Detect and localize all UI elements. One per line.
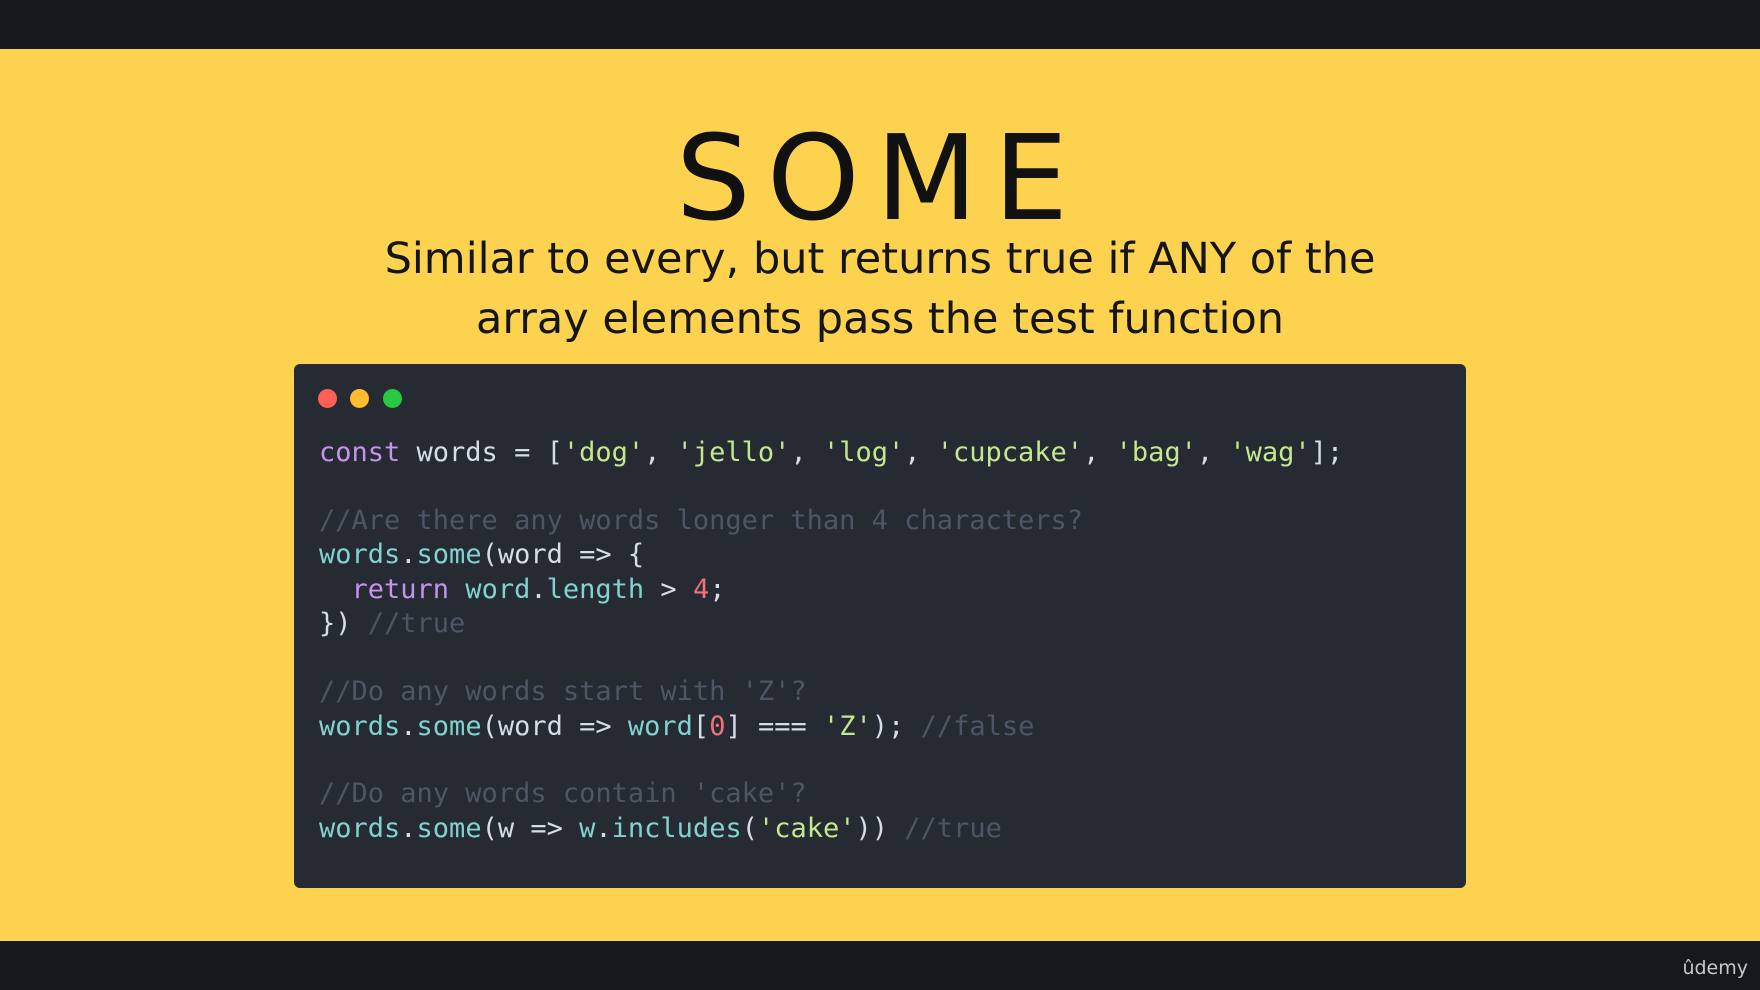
code-token: (w => bbox=[481, 812, 580, 844]
code-token: (word => bbox=[481, 710, 628, 742]
top-letterbox-bar bbox=[0, 0, 1760, 49]
subtitle-line-1: Similar to every, but returns true if AN… bbox=[384, 234, 1376, 284]
bottom-letterbox-bar bbox=[0, 941, 1760, 990]
code-token: some bbox=[416, 539, 482, 571]
code-token: words bbox=[319, 710, 401, 742]
subtitle-line-2: array elements pass the test function bbox=[475, 294, 1285, 344]
code-line: //Are there any words longer than 4 char… bbox=[319, 504, 1343, 539]
code-token: , bbox=[904, 437, 937, 468]
code-token: 'dog' bbox=[562, 437, 645, 468]
code-token: //true bbox=[367, 608, 466, 640]
code-token: some bbox=[416, 710, 482, 742]
code-token: . bbox=[400, 812, 417, 844]
code-token: //true bbox=[904, 812, 1002, 844]
close-dot-icon bbox=[318, 389, 337, 408]
code-line: //Do any words contain 'cake'? bbox=[319, 777, 1343, 812]
code-token: ); bbox=[871, 710, 921, 742]
code-token: [ bbox=[692, 710, 710, 742]
code-token: words bbox=[319, 539, 401, 571]
maximize-dot-icon bbox=[383, 389, 402, 408]
code-token: words bbox=[319, 812, 401, 844]
code-token: 'bag' bbox=[1115, 437, 1197, 468]
code-token: , bbox=[1196, 437, 1230, 468]
code-token: . bbox=[530, 573, 547, 605]
code-token: 4 bbox=[692, 573, 710, 605]
code-token: //Do any words start with 'Z'? bbox=[319, 675, 807, 707]
slide: SOME Similar to every, but returns true … bbox=[0, 49, 1760, 941]
code-token: , bbox=[1083, 437, 1116, 468]
code-token: 'log' bbox=[822, 437, 905, 468]
code-line: words.some(word => word[0] === 'Z'); //f… bbox=[319, 710, 1343, 745]
code-token: . bbox=[595, 812, 612, 844]
code-token: const bbox=[319, 437, 401, 468]
code-token: 0 bbox=[709, 710, 726, 742]
code-line: return word.length > 4; bbox=[319, 573, 1343, 608]
code-token: //Are there any words longer than 4 char… bbox=[319, 504, 1084, 536]
code-token: . bbox=[400, 710, 417, 742]
code-token: )) bbox=[855, 812, 905, 844]
code-token: ; bbox=[709, 573, 726, 605]
minimize-dot-icon bbox=[350, 389, 369, 408]
code-token: ( bbox=[741, 812, 758, 844]
code-token: 'Z' bbox=[823, 710, 872, 742]
code-token: words = [ bbox=[400, 437, 563, 468]
code-line: words.some(word => { bbox=[319, 538, 1343, 573]
code-token: length bbox=[546, 573, 645, 605]
udemy-logo: ûdemy bbox=[1682, 957, 1748, 979]
code-block: const words = ['dog', 'jello', 'log', 'c… bbox=[319, 436, 1343, 846]
code-token: , bbox=[790, 437, 823, 468]
code-token: 'cake' bbox=[757, 812, 856, 844]
code-token: word bbox=[627, 710, 693, 742]
code-token: return bbox=[351, 573, 450, 605]
code-token: ] === bbox=[725, 710, 823, 742]
code-token: 'jello' bbox=[676, 437, 791, 468]
code-token: 'wag' bbox=[1229, 437, 1311, 468]
code-window: const words = ['dog', 'jello', 'log', 'c… bbox=[294, 364, 1466, 888]
code-token: (word => { bbox=[481, 539, 645, 571]
code-token: 'cupcake' bbox=[936, 437, 1084, 468]
code-line: const words = ['dog', 'jello', 'log', 'c… bbox=[319, 436, 1343, 471]
code-token: > bbox=[644, 573, 693, 605]
code-token: //Do any words contain 'cake'? bbox=[319, 778, 807, 810]
code-line: //Do any words start with 'Z'? bbox=[319, 675, 1343, 710]
slide-subtitle: Similar to every, but returns true if AN… bbox=[260, 229, 1500, 349]
code-line: words.some(w => w.includes('cake')) //tr… bbox=[319, 812, 1343, 847]
code-token: , bbox=[644, 437, 677, 468]
code-token: ]; bbox=[1310, 437, 1344, 468]
code-token: . bbox=[400, 539, 417, 571]
code-token: }) bbox=[319, 608, 368, 640]
code-line: }) //true bbox=[319, 607, 1343, 642]
code-token: //false bbox=[920, 710, 1035, 742]
code-token: includes bbox=[611, 812, 742, 844]
code-token: w bbox=[579, 812, 596, 844]
slide-title: SOME bbox=[675, 109, 1085, 247]
code-token: word bbox=[465, 573, 531, 605]
code-token: some bbox=[416, 812, 482, 844]
